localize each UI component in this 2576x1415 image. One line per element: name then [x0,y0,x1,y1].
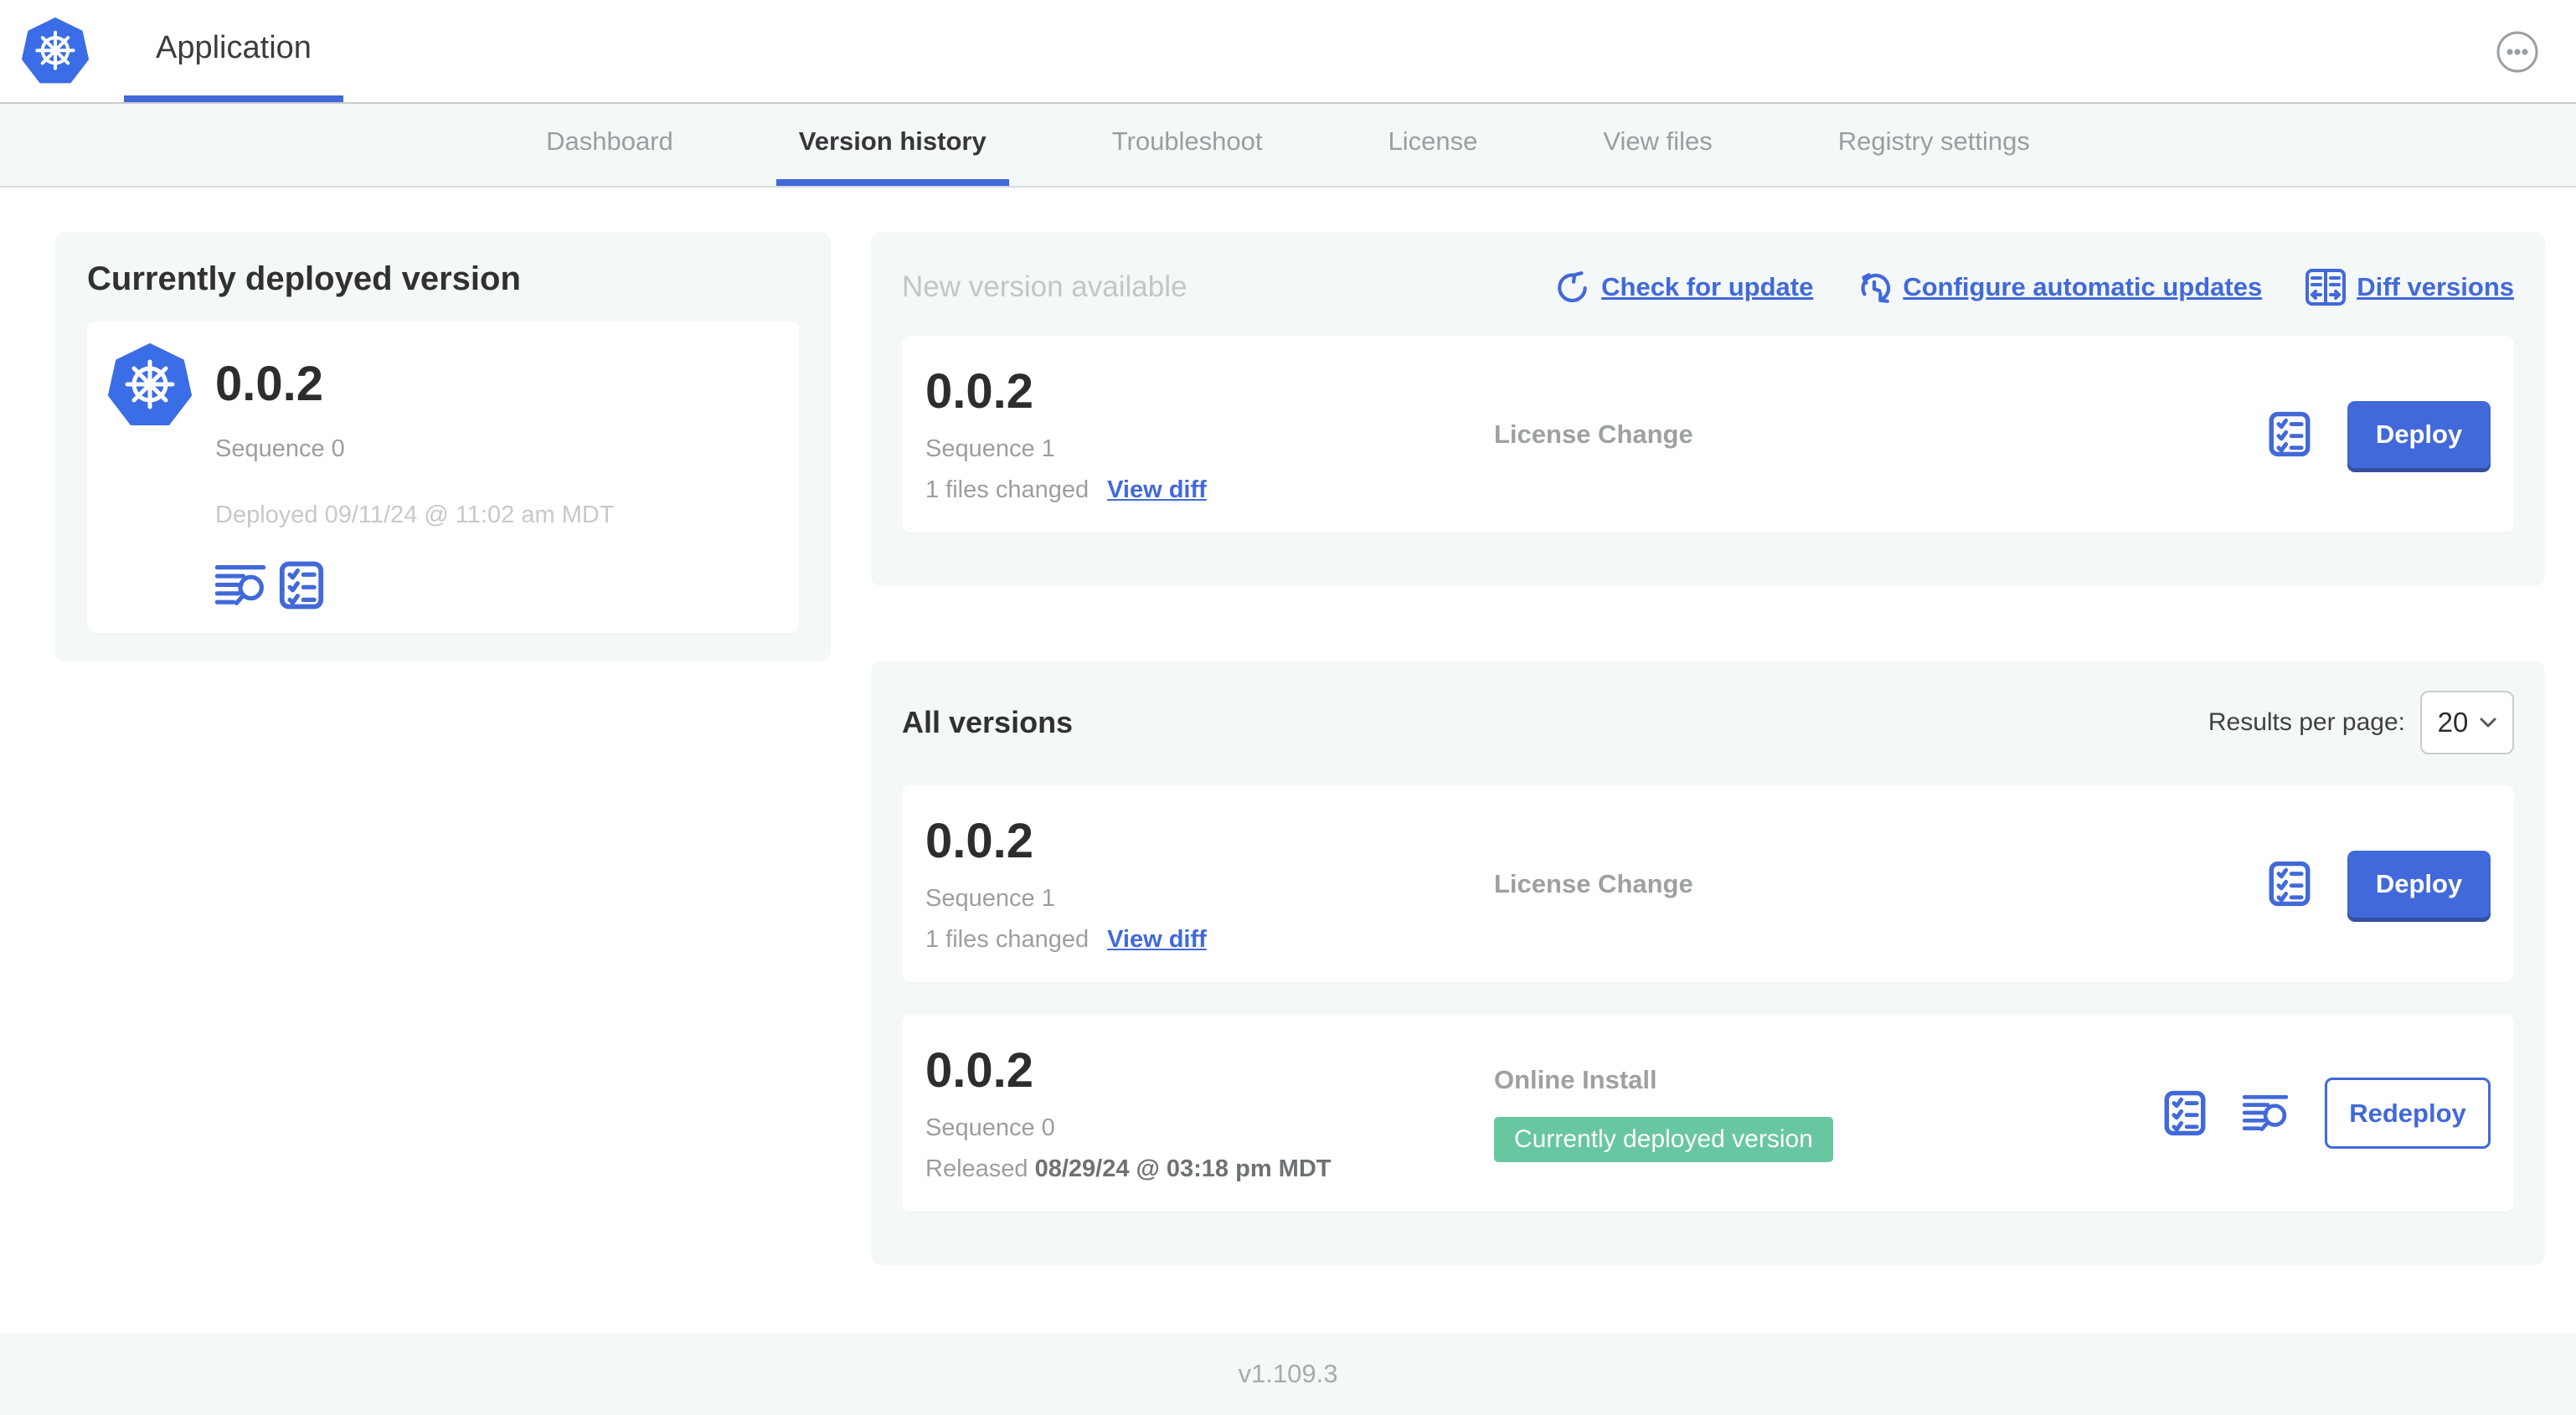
app-logo [22,0,89,102]
files-changed-label: 1 files changed [925,476,1090,503]
all-versions-panel: All versions Results per page: 20 0.0.2 … [871,661,2545,1265]
kubernetes-app-icon [108,342,192,429]
redeploy-button[interactable]: Redeploy [2325,1078,2491,1149]
app-header: Application [0,0,2576,104]
configure-automatic-updates-label: Configure automatic updates [1903,272,2263,301]
new-version-row: 0.0.2 Sequence 1 1 files changed View di… [902,336,2514,533]
check-for-update-label: Check for update [1601,272,1814,301]
preflight-checks-button[interactable] [2269,861,2311,907]
version-released-date: Released 08/29/24 @ 03:18 pm MDT [925,1155,1332,1182]
version-source-label: License Change [1494,868,1693,898]
checklist-icon [2164,1090,2206,1136]
app-title: Application [156,29,312,65]
tab-view-files[interactable]: View files [1580,104,1734,186]
preflight-checks-button[interactable] [279,561,324,610]
tab-troubleshoot[interactable]: Troubleshoot [1090,104,1285,186]
currently-deployed-card: 0.0.2 Sequence 0 Deployed 09/11/24 @ 11:… [87,322,799,633]
view-logs-button[interactable] [2243,1093,2288,1133]
version-number: 0.0.2 [925,363,1033,419]
preflight-checks-button[interactable] [2269,411,2311,457]
right-column: New version available Check for update C… [871,232,2545,1333]
tab-version-history[interactable]: Version history [775,104,1009,186]
results-per-page-select[interactable]: 20 [2420,691,2514,754]
main-content: Currently deployed version 0.0.2 Sequenc… [0,188,2576,1333]
view-logs-button[interactable] [215,563,265,607]
diff-versions-link[interactable]: Diff versions [2306,269,2514,306]
version-row: 0.0.2 Sequence 0 Released 08/29/24 @ 03:… [902,1015,2514,1212]
chevron-down-icon [2480,718,2496,728]
currently-deployed-badge: Currently deployed version [1494,1116,1833,1162]
preflight-checks-button[interactable] [2164,1090,2206,1136]
tab-dashboard[interactable]: Dashboard [523,104,696,186]
currently-deployed-title: Currently deployed version [87,260,521,297]
results-per-page-value: 20 [2437,707,2469,738]
app-title-tab[interactable]: Application [124,0,343,102]
deploy-button[interactable]: Deploy [2347,400,2491,468]
version-number: 0.0.2 [925,813,1033,868]
view-diff-link[interactable]: View diff [1107,926,1207,954]
ellipsis-icon [2496,31,2538,73]
checklist-icon [2269,861,2311,907]
version-sequence: Sequence 1 [925,435,1055,462]
new-version-panel: New version available Check for update C… [871,232,2545,586]
deploy-button[interactable]: Deploy [2347,850,2491,918]
checklist-icon [2269,411,2311,457]
configure-automatic-updates-link[interactable]: Configure automatic updates [1857,270,2262,305]
checklist-icon [279,561,324,610]
diff-icon [2306,269,2347,306]
overflow-menu-button[interactable] [2496,30,2539,74]
version-sequence: Sequence 1 [925,884,1055,912]
logs-icon [2243,1093,2288,1133]
app-subnav: Dashboard Version history Troubleshoot L… [0,104,2576,188]
check-for-update-link[interactable]: Check for update [1555,270,1813,305]
current-version-sequence: Sequence 0 [215,435,345,462]
version-number: 0.0.2 [925,1042,1033,1098]
tab-registry-settings[interactable]: Registry settings [1816,104,2053,186]
clock-refresh-icon [1857,270,1892,305]
version-sequence: Sequence 0 [925,1114,1055,1141]
version-source-label: Online Install [1494,1064,1657,1094]
current-version-deployed-date: Deployed 09/11/24 @ 11:02 am MDT [215,502,615,528]
logs-icon [215,563,265,607]
app-footer: v1.109.3 [0,1333,2576,1415]
diff-versions-label: Diff versions [2357,272,2514,301]
version-source-label: License Change [1494,419,1693,449]
all-versions-title: All versions [902,705,1074,739]
new-version-title: New version available [902,270,1188,303]
console-version: v1.109.3 [1238,1359,1338,1388]
refresh-icon [1555,270,1590,305]
currently-deployed-panel: Currently deployed version 0.0.2 Sequenc… [55,232,831,661]
kubernetes-logo-icon [22,17,89,84]
version-row: 0.0.2 Sequence 1 1 files changed View di… [902,785,2514,982]
results-per-page-label: Results per page: [2208,708,2405,736]
view-diff-link[interactable]: View diff [1107,476,1207,504]
files-changed-label: 1 files changed [925,925,1090,953]
current-version-number: 0.0.2 [215,357,323,411]
tab-license[interactable]: License [1366,104,1501,186]
